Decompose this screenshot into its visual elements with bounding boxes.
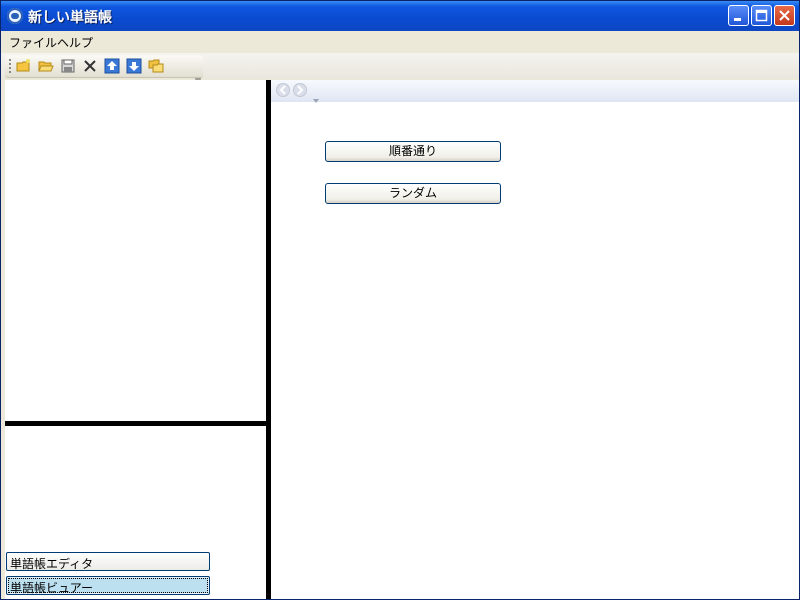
toolbar-grip[interactable] [9, 59, 11, 73]
tree-panel[interactable] [5, 80, 266, 421]
save-icon[interactable] [60, 58, 76, 74]
viewer-pane: 順番通り ランダム [271, 80, 799, 599]
move-down-icon[interactable] [126, 58, 142, 74]
wordbook-viewer-button[interactable]: 単語帳ビュアー [6, 576, 210, 595]
wordbook-editor-button[interactable]: 単語帳エディタ [6, 552, 210, 571]
forward-button[interactable] [293, 83, 307, 97]
window-title: 新しい単語帳 [28, 10, 112, 26]
new-folder-icon[interactable] [16, 58, 32, 74]
title-bar[interactable]: 新しい単語帳 [1, 1, 799, 31]
menu-bar: ファイル ヘルプ [1, 31, 799, 53]
maximize-button[interactable] [751, 5, 772, 26]
forward-arrow-icon [297, 85, 304, 95]
history-dropdown-icon[interactable] [313, 88, 319, 107]
copy-folder-icon[interactable] [148, 58, 164, 74]
app-icon [7, 8, 23, 24]
back-button[interactable] [276, 83, 290, 97]
toolbar [5, 55, 203, 84]
minimize-button[interactable] [728, 5, 749, 26]
sequential-button[interactable]: 順番通り [325, 141, 501, 162]
toolbar-overflow-icon[interactable] [195, 69, 201, 84]
mode-panel [5, 426, 266, 599]
close-button[interactable] [774, 5, 795, 26]
minimize-icon [734, 18, 741, 21]
back-arrow-icon [279, 85, 286, 95]
menu-file[interactable]: ファイル [9, 34, 57, 51]
app-window: 新しい単語帳 ファイル ヘルプ 単語帳エディタ 単語帳ビュアー 順番通り ランダ… [0, 0, 800, 600]
close-icon [779, 10, 790, 21]
open-folder-icon[interactable] [38, 58, 54, 74]
navigation-bar [271, 80, 799, 103]
maximize-icon [755, 9, 768, 22]
move-up-icon[interactable] [104, 58, 120, 74]
menu-help[interactable]: ヘルプ [57, 34, 93, 51]
delete-icon[interactable] [82, 58, 98, 74]
random-button[interactable]: ランダム [325, 183, 501, 204]
